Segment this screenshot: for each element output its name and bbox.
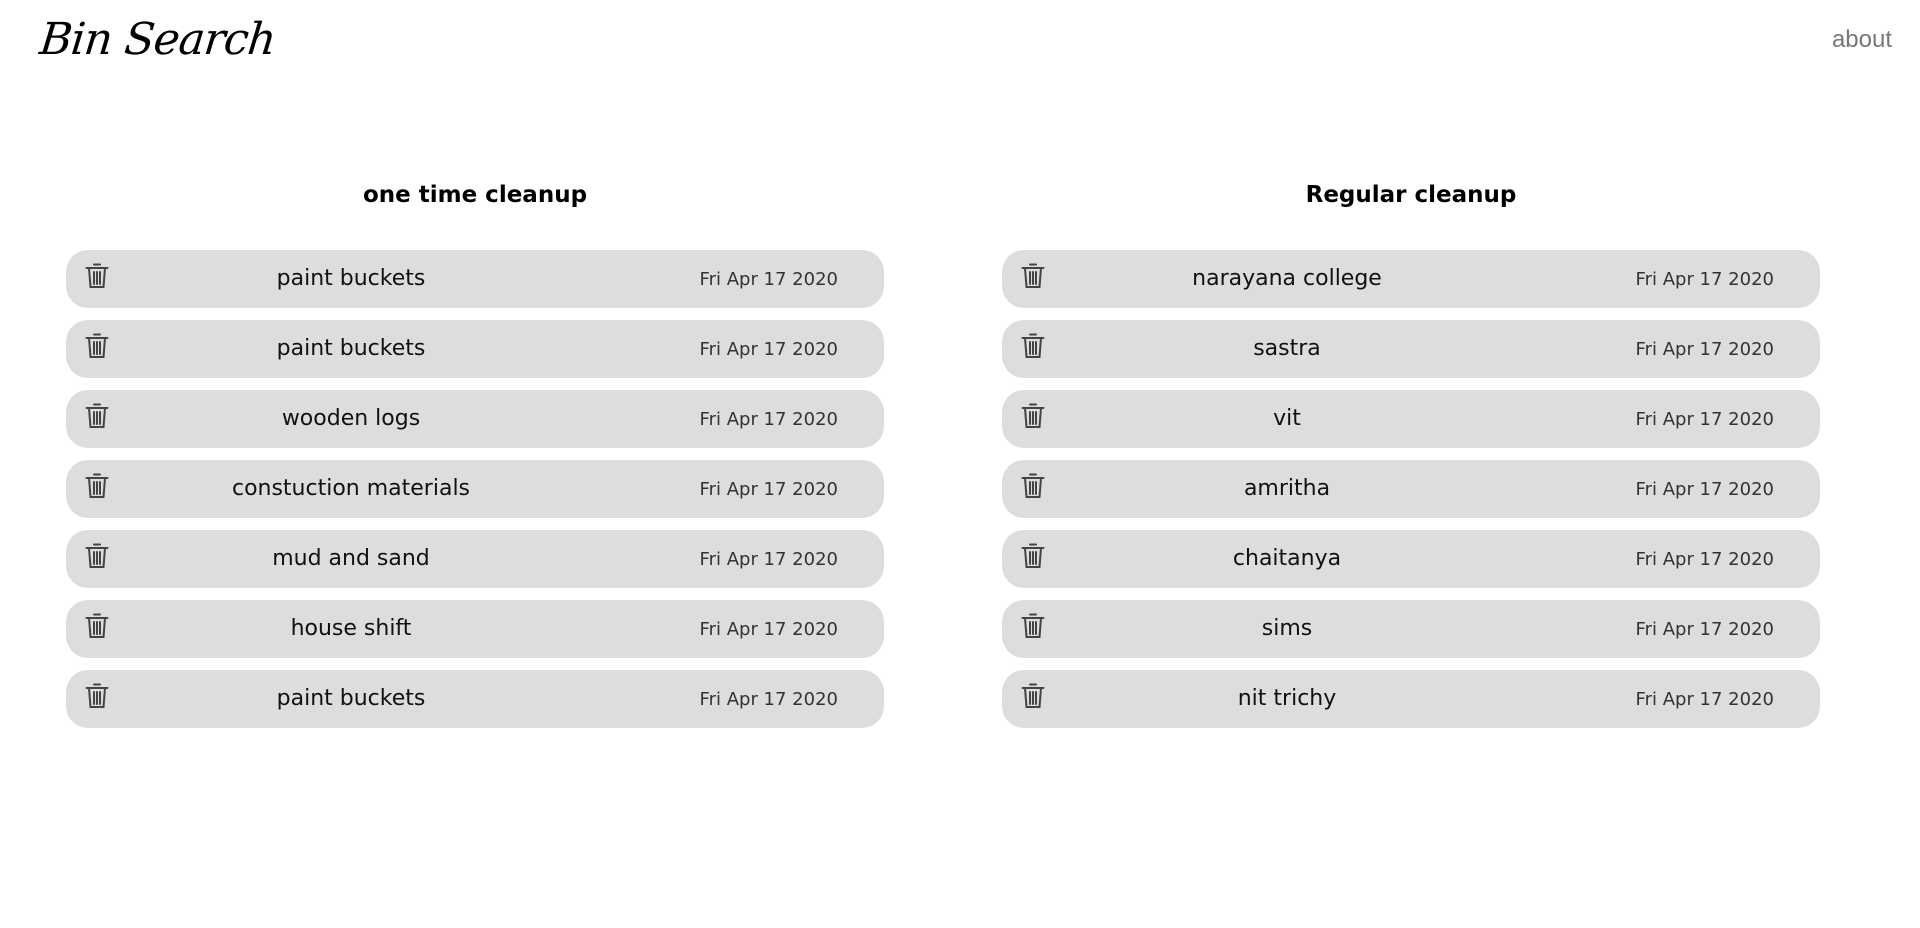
bin-date: Fri Apr 17 2020 [1635,409,1774,430]
bin-name: paint buckets [276,266,426,291]
bin-date: Fri Apr 17 2020 [699,479,838,500]
list-item[interactable]: paint buckets Fri Apr 17 2020 [66,320,884,378]
bin-date: Fri Apr 17 2020 [699,339,838,360]
brand-logo[interactable]: Bin Search [37,14,278,65]
trash-icon[interactable] [1020,262,1046,290]
trash-icon[interactable] [84,472,110,500]
bin-date: Fri Apr 17 2020 [699,689,838,710]
trash-icon[interactable] [84,542,110,570]
bin-date: Fri Apr 17 2020 [1635,479,1774,500]
list-item[interactable]: sastra Fri Apr 17 2020 [1002,320,1820,378]
bin-date: Fri Apr 17 2020 [1635,269,1774,290]
trash-icon[interactable] [84,612,110,640]
column-title: one time cleanup [362,182,588,208]
list-item[interactable]: amritha Fri Apr 17 2020 [1002,460,1820,518]
trash-icon[interactable] [1020,472,1046,500]
list-item[interactable]: constuction materials Fri Apr 17 2020 [66,460,884,518]
list-item[interactable]: paint buckets Fri Apr 17 2020 [66,670,884,728]
trash-icon[interactable] [1020,332,1046,360]
trash-icon[interactable] [84,262,110,290]
trash-icon[interactable] [84,682,110,710]
about-link[interactable]: about [1832,26,1892,54]
bin-name: wooden logs [281,406,421,431]
bin-date: Fri Apr 17 2020 [1635,549,1774,570]
trash-icon[interactable] [1020,682,1046,710]
list-item[interactable]: wooden logs Fri Apr 17 2020 [66,390,884,448]
bin-name: chaitanya [1232,546,1342,571]
trash-icon[interactable] [1020,402,1046,430]
bin-name: sastra [1253,336,1321,361]
bin-name: narayana college [1192,266,1382,291]
list-item[interactable]: nit trichy Fri Apr 17 2020 [1002,670,1820,728]
list-item[interactable]: paint buckets Fri Apr 17 2020 [66,250,884,308]
trash-icon[interactable] [1020,612,1046,640]
trash-icon[interactable] [84,402,110,430]
bin-list: narayana college Fri Apr 17 2020 sastra … [1002,250,1820,728]
list-item[interactable]: chaitanya Fri Apr 17 2020 [1002,530,1820,588]
bin-name: mud and sand [272,546,430,571]
bin-date: Fri Apr 17 2020 [699,549,838,570]
list-item[interactable]: house shift Fri Apr 17 2020 [66,600,884,658]
bin-date: Fri Apr 17 2020 [1635,339,1774,360]
top-bar: Bin Search about [0,0,1920,90]
one-time-cleanup-column: one time cleanup paint buckets Fri Apr 1… [66,178,884,740]
list-item[interactable]: sims Fri Apr 17 2020 [1002,600,1820,658]
trash-icon[interactable] [1020,542,1046,570]
bin-name: sims [1261,616,1313,641]
trash-icon[interactable] [84,332,110,360]
bin-name: house shift [290,616,412,641]
list-item[interactable]: vit Fri Apr 17 2020 [1002,390,1820,448]
list-item[interactable]: mud and sand Fri Apr 17 2020 [66,530,884,588]
bin-date: Fri Apr 17 2020 [699,269,838,290]
bin-name: constuction materials [231,476,471,501]
list-item[interactable]: narayana college Fri Apr 17 2020 [1002,250,1820,308]
bin-name: nit trichy [1237,686,1337,711]
bin-date: Fri Apr 17 2020 [1635,689,1774,710]
bin-date: Fri Apr 17 2020 [699,409,838,430]
bin-name: amritha [1243,476,1331,501]
bin-name: vit [1273,406,1301,431]
bin-name: paint buckets [276,336,426,361]
bin-name: paint buckets [276,686,426,711]
bin-date: Fri Apr 17 2020 [699,619,838,640]
bin-date: Fri Apr 17 2020 [1635,619,1774,640]
regular-cleanup-column: Regular cleanup narayana college Fri Apr… [1002,178,1820,740]
bin-list: paint buckets Fri Apr 17 2020 paint buck… [66,250,884,728]
column-title: Regular cleanup [1305,182,1517,208]
